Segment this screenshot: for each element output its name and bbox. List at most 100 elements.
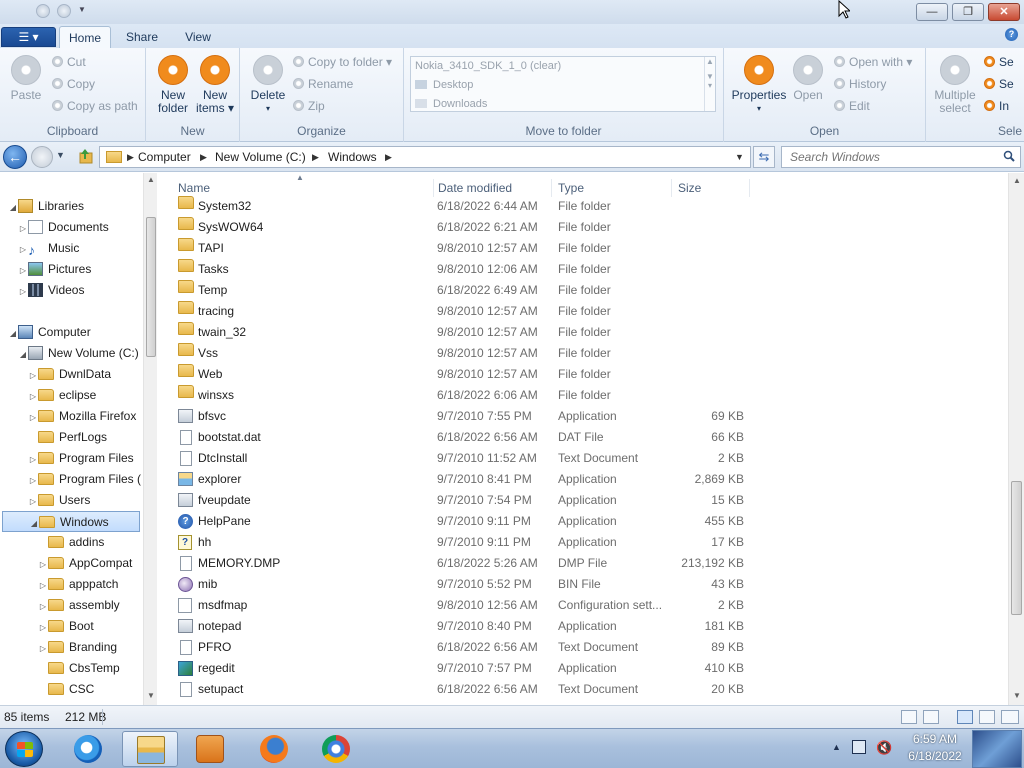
collapse-icon[interactable]: ◢ bbox=[8, 197, 18, 218]
scroll-thumb[interactable] bbox=[146, 217, 156, 357]
scroll-down-icon[interactable]: ▼ bbox=[144, 691, 158, 700]
new-folder-button[interactable]: New folder bbox=[154, 53, 192, 115]
nav-computer[interactable]: ◢ Computer bbox=[8, 322, 91, 343]
rename-button[interactable]: Rename bbox=[293, 75, 353, 93]
minimize-button[interactable]: — bbox=[916, 3, 948, 21]
breadcrumb-new-volume[interactable]: New Volume (C:) bbox=[215, 147, 306, 167]
back-button[interactable]: ← bbox=[3, 145, 27, 169]
new-folder-quick-icon[interactable] bbox=[57, 4, 71, 18]
expand-icon[interactable]: ▷ bbox=[28, 365, 38, 386]
breadcrumb-computer[interactable]: Computer bbox=[138, 147, 191, 167]
collapse-icon[interactable]: ◢ bbox=[18, 344, 28, 365]
taskbar-app[interactable] bbox=[246, 731, 302, 767]
address-bar[interactable]: ▶ Computer ▶ New Volume (C:) ▶ Windows ▶… bbox=[99, 146, 751, 168]
collapse-icon[interactable]: ◢ bbox=[8, 323, 18, 344]
nav-documents[interactable]: ▷ Documents bbox=[18, 217, 109, 238]
breadcrumb-windows[interactable]: Windows bbox=[328, 147, 377, 167]
network-icon[interactable] bbox=[852, 740, 866, 754]
copy-to-folder-button[interactable]: Copy to folder ▾ bbox=[293, 53, 392, 71]
edit-button[interactable]: Edit bbox=[834, 97, 870, 115]
expand-icon[interactable]: ▷ bbox=[38, 554, 48, 575]
collapse-icon[interactable]: ◢ bbox=[29, 513, 39, 534]
details-view-icon[interactable] bbox=[901, 710, 917, 724]
history-button[interactable]: History bbox=[834, 75, 886, 93]
properties-button[interactable]: Properties ▾ bbox=[730, 53, 788, 115]
file-row[interactable]: PFRO 6/18/2022 6:56 AM Text Document 89 KB bbox=[172, 637, 752, 658]
file-row[interactable]: tracing 9/8/2010 12:57 AM File folder bbox=[172, 301, 752, 322]
nav-folder[interactable]: ▷ Users bbox=[28, 490, 90, 511]
taskbar-app[interactable] bbox=[182, 731, 238, 767]
zip-button[interactable]: Zip bbox=[293, 97, 325, 115]
search-icon[interactable] bbox=[1003, 150, 1015, 162]
select-none-button[interactable]: Se bbox=[984, 75, 1014, 93]
breadcrumb-separator-icon[interactable]: ▶ bbox=[385, 147, 392, 167]
expand-icon[interactable]: ▷ bbox=[38, 575, 48, 596]
file-row[interactable]: Temp 6/18/2022 6:49 AM File folder bbox=[172, 280, 752, 301]
move-to-folder-gallery[interactable]: Nokia_3410_SDK_1_0 (clear) Desktop Downl… bbox=[410, 56, 716, 112]
expand-icon[interactable]: ▷ bbox=[18, 239, 28, 260]
nav-folder[interactable]: ▷ assembly bbox=[38, 595, 120, 616]
gallery-up-icon[interactable]: ▲ bbox=[705, 57, 715, 66]
nav-folder[interactable]: ▷ AppCompat bbox=[38, 553, 132, 574]
preview-pane-icon[interactable] bbox=[957, 710, 973, 724]
file-row[interactable]: Vss 9/8/2010 12:57 AM File folder bbox=[172, 343, 752, 364]
column-header-size[interactable]: Size bbox=[672, 179, 750, 197]
refresh-button[interactable]: ⇆ bbox=[753, 146, 775, 168]
file-list-scrollbar[interactable]: ▲ ▼ bbox=[1008, 173, 1024, 705]
customize-quick-access-icon[interactable]: ▼ bbox=[78, 5, 86, 14]
move-to-item[interactable]: Downloads bbox=[411, 95, 715, 114]
file-row[interactable]: twain_32 9/8/2010 12:57 AM File folder bbox=[172, 322, 752, 343]
open-button[interactable]: Open bbox=[790, 53, 826, 102]
column-header-date-modified[interactable]: Date modified bbox=[432, 179, 552, 197]
delete-button[interactable]: Delete ▾ bbox=[248, 53, 288, 115]
nav-windows[interactable]: ◢ Windows bbox=[2, 511, 140, 532]
file-row[interactable]: setupact 6/18/2022 6:56 AM Text Document 20… bbox=[172, 679, 752, 700]
properties-quick-icon[interactable] bbox=[36, 4, 50, 18]
navigation-scrollbar[interactable]: ▲ ▼ bbox=[143, 173, 157, 705]
file-row[interactable]: bfsvc 9/7/2010 7:55 PM Application 69 KB bbox=[172, 406, 752, 427]
recent-locations-button[interactable]: ▼ bbox=[56, 150, 65, 160]
nav-folder[interactable]: CSC bbox=[38, 679, 94, 700]
scroll-thumb[interactable] bbox=[1011, 481, 1022, 615]
gallery-down-icon[interactable]: ▼ bbox=[705, 72, 715, 81]
file-row[interactable]: winsxs 6/18/2022 6:06 AM File folder bbox=[172, 385, 752, 406]
breadcrumb-separator-icon[interactable]: ▶ bbox=[312, 147, 319, 167]
nav-folder[interactable]: ▷ Program Files ( bbox=[28, 469, 141, 490]
search-box[interactable] bbox=[781, 146, 1021, 168]
file-list[interactable]: ▲ Name Date modified Type Size System32 6… bbox=[158, 173, 1008, 705]
gallery-expand-icon[interactable]: ▾ bbox=[705, 81, 715, 90]
nav-folder[interactable]: ▷ eclipse bbox=[28, 385, 96, 406]
details-pane-icon[interactable] bbox=[979, 710, 995, 724]
maximize-button[interactable]: ❐ bbox=[952, 3, 984, 21]
nav-folder[interactable]: ▷ Mozilla Firefox bbox=[28, 406, 136, 427]
file-row[interactable]: DtcInstall 9/7/2010 11:52 AM Text Document… bbox=[172, 448, 752, 469]
expand-icon[interactable]: ▷ bbox=[18, 260, 28, 281]
navigation-pane[interactable]: ◢ Libraries ▷ Documents ▷ ♪ Music ▷ Pictures … bbox=[0, 173, 157, 705]
file-row[interactable]: msdfmap 9/8/2010 12:56 AM Configuration se… bbox=[172, 595, 752, 616]
search-input[interactable] bbox=[782, 147, 992, 167]
address-dropdown-icon[interactable]: ▼ bbox=[735, 147, 744, 167]
breadcrumb-separator-icon[interactable]: ▶ bbox=[200, 147, 207, 167]
scroll-up-icon[interactable]: ▲ bbox=[144, 175, 158, 184]
expand-icon[interactable]: ▷ bbox=[28, 449, 38, 470]
show-hidden-icons-icon[interactable]: ▲ bbox=[832, 742, 841, 752]
nav-folder[interactable]: CbsTemp bbox=[38, 658, 120, 679]
gallery-scroll[interactable]: ▲ ▼ ▾ bbox=[704, 57, 715, 111]
file-row[interactable]: TAPI 9/8/2010 12:57 AM File folder bbox=[172, 238, 752, 259]
expand-icon[interactable]: ▷ bbox=[38, 596, 48, 617]
tab-home[interactable]: Home bbox=[59, 26, 111, 48]
file-row[interactable]: Tasks 9/8/2010 12:06 AM File folder bbox=[172, 259, 752, 280]
file-row[interactable]: explorer 9/7/2010 8:41 PM Application 2,869… bbox=[172, 469, 752, 490]
nav-libraries[interactable]: ◢ Libraries bbox=[8, 196, 84, 217]
taskbar-app[interactable] bbox=[60, 731, 116, 767]
expand-icon[interactable]: ▷ bbox=[38, 638, 48, 659]
breadcrumb-separator-icon[interactable]: ▶ bbox=[127, 147, 134, 167]
nav-new-volume[interactable]: ◢ New Volume (C:) bbox=[18, 343, 139, 364]
copy-button[interactable]: Copy bbox=[52, 75, 95, 93]
multiple-select-button[interactable]: Multiple select bbox=[930, 53, 980, 115]
nav-folder[interactable]: ▷ Program Files bbox=[28, 448, 134, 469]
tab-view[interactable]: View bbox=[176, 26, 220, 48]
file-row[interactable]: Web 9/8/2010 12:57 AM File folder bbox=[172, 364, 752, 385]
clock[interactable]: 6:59 AM 6/18/2022 bbox=[900, 731, 970, 765]
scroll-down-icon[interactable]: ▼ bbox=[1009, 691, 1024, 700]
